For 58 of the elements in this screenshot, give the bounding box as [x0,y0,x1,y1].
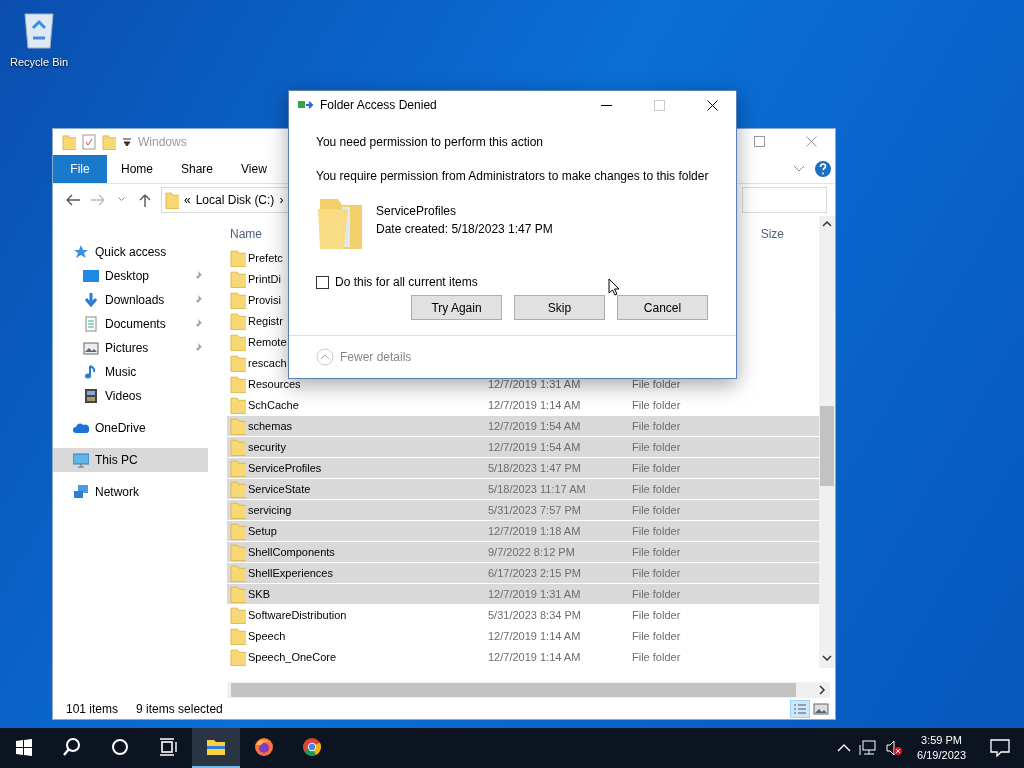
file-type: File folder [632,607,681,623]
folder-name: ServiceProfiles [376,203,458,220]
date-modified: 12/7/2019 1:54 AM [488,439,582,455]
file-type: File folder [632,628,681,644]
date-modified: 6/17/2023 2:15 PM [488,565,582,581]
item-count: 101 items [66,700,119,718]
date-modified: 9/7/2022 8:12 PM [488,544,576,560]
file-name: Setup [247,523,278,539]
date-created: Date created: 5/18/2023 1:47 PM [376,221,553,238]
file-name: SchCache [247,397,300,413]
file-name: PrintDi [247,271,281,287]
selection-count: 9 items selected [136,700,223,718]
date-modified: 5/31/2023 8:34 PM [488,607,582,623]
file-name: Prefetc [247,250,283,266]
file-type: File folder [632,439,681,455]
date-modified: 12/7/2019 1:54 AM [488,418,582,434]
file-name: servicing [247,502,293,518]
file-type: File folder [632,502,681,518]
file-type: File folder [632,565,681,581]
file-type: File folder [632,523,681,539]
window-title: Windows [138,133,187,151]
dialog-heading: You need permission to perform this action [316,134,544,151]
file-type: File folder [632,460,681,476]
file-type: File folder [632,418,681,434]
file-name: Resources [247,376,302,392]
file-name: security [247,439,287,455]
file-name: ShellExperiences [247,565,334,581]
date-modified: 12/7/2019 1:31 AM [488,586,582,602]
dialog-message: You require permission from Administrators to make changes to this folder [316,168,709,185]
date-modified: 12/7/2019 1:14 AM [488,397,582,413]
file-name: rescach [247,355,287,371]
file-type: File folder [632,481,681,497]
file-name: Speech_OneCore [247,649,338,665]
date-modified: 12/7/2019 1:31 AM [488,376,582,392]
desktop-icon-label: Recycle Bin [8,55,70,70]
checkbox-label: Do this for all current items [335,274,478,291]
file-name: ServiceProfiles [247,460,323,476]
date-modified: 5/18/2023 1:47 PM [488,460,582,476]
file-name: Registr [247,313,283,329]
date-modified: 12/7/2019 1:14 AM [488,628,582,644]
date-modified: 5/31/2023 7:57 PM [488,502,582,518]
dialog-title: Folder Access Denied [320,97,437,114]
file-name: SoftwareDistribution [247,607,348,623]
file-type: File folder [632,586,681,602]
file-type: File folder [632,544,681,560]
file-name: SKB [247,586,271,602]
date-modified: 12/7/2019 1:18 AM [488,523,582,539]
file-name: Provisi [247,292,281,308]
file-name: schemas [247,418,294,434]
file-type: File folder [632,376,681,392]
file-type: File folder [632,397,681,413]
date-modified: 5/18/2023 11:17 AM [488,481,587,497]
file-name: Speech [247,628,287,644]
file-name: Remote [247,334,287,350]
file-name: ShellComponents [247,544,336,560]
file-type: File folder [632,649,681,665]
date-modified: 12/7/2019 1:14 AM [488,649,582,665]
file-name: ServiceState [247,481,312,497]
